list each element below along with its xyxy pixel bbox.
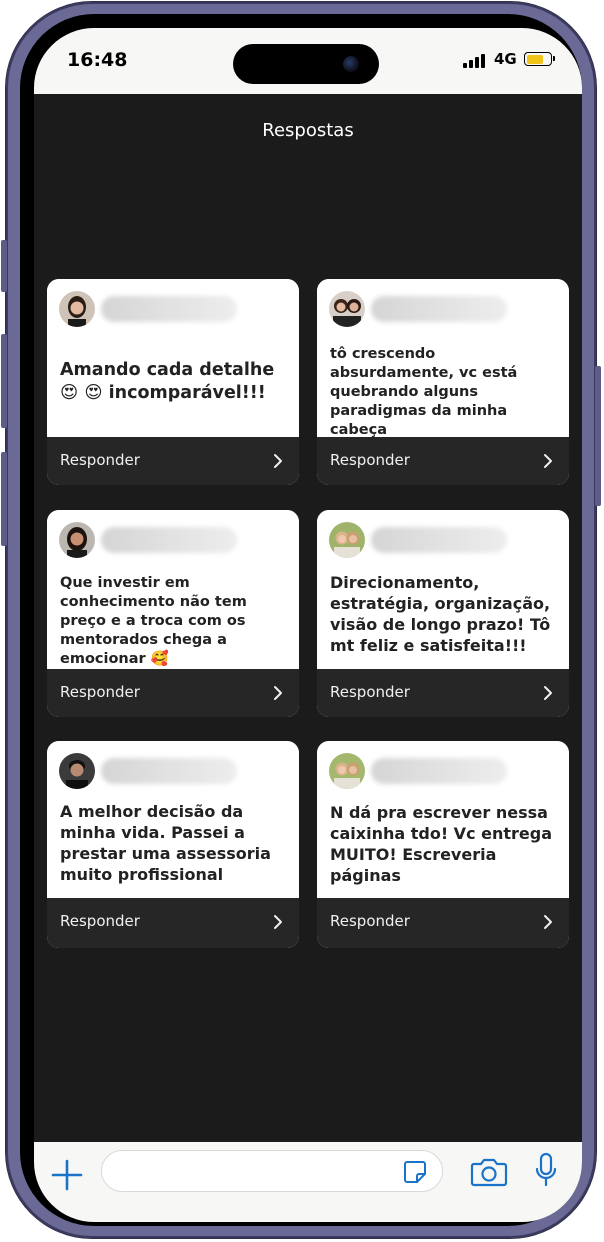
front-camera-icon bbox=[343, 56, 359, 72]
reply-button[interactable]: Responder bbox=[47, 898, 299, 948]
microphone-icon[interactable] bbox=[534, 1152, 558, 1190]
chevron-right-icon bbox=[544, 915, 552, 929]
blurred-username bbox=[371, 527, 507, 553]
blurred-username bbox=[101, 527, 237, 553]
power-button bbox=[595, 366, 601, 506]
avatar bbox=[329, 522, 365, 558]
card-body: Amando cada detalhe 😍 😍 incomparável!!! bbox=[47, 279, 299, 437]
screen: 16:48 4G Respostas Amando cada detalhe 😍… bbox=[34, 28, 582, 1222]
card-body: N dá pra escrever nessa caixinha tdo! Vc… bbox=[317, 741, 569, 898]
card-body: Direcionamento, estratégia, organização,… bbox=[317, 510, 569, 669]
message-input-bar bbox=[34, 1142, 582, 1222]
page-title: Respostas bbox=[262, 120, 354, 141]
blurred-username bbox=[101, 296, 237, 322]
chevron-right-icon bbox=[544, 686, 552, 700]
response-card: Que investir em conhecimento não tem pre… bbox=[47, 510, 299, 717]
response-card: A melhor decisão da minha vida. Passei a… bbox=[47, 741, 299, 948]
sticker-icon[interactable] bbox=[402, 1159, 428, 1185]
response-card: N dá pra escrever nessa caixinha tdo! Vc… bbox=[317, 741, 569, 948]
reply-button[interactable]: Responder bbox=[47, 669, 299, 717]
status-time: 16:48 bbox=[67, 49, 128, 71]
avatar bbox=[59, 291, 95, 327]
card-body: Que investir em conhecimento não tem pre… bbox=[47, 510, 299, 669]
reply-label: Responder bbox=[330, 451, 410, 469]
reply-button[interactable]: Responder bbox=[317, 669, 569, 717]
action-button bbox=[1, 240, 7, 292]
signal-strength-icon bbox=[463, 52, 487, 68]
avatar bbox=[329, 753, 365, 789]
response-message: tô crescendo absurdamente, vc está quebr… bbox=[330, 346, 518, 438]
volume-down-button bbox=[1, 452, 7, 546]
avatar bbox=[59, 753, 95, 789]
message-input[interactable] bbox=[101, 1150, 443, 1192]
card-body: tô crescendo absurdamente, vc está quebr… bbox=[317, 279, 569, 438]
blurred-username bbox=[371, 296, 507, 322]
reply-label: Responder bbox=[60, 912, 140, 930]
dynamic-island bbox=[233, 44, 379, 84]
avatar bbox=[59, 522, 95, 558]
battery-icon bbox=[524, 52, 555, 66]
phone-frame: 16:48 4G Respostas Amando cada detalhe 😍… bbox=[1, 2, 601, 1238]
response-message: A melhor decisão da minha vida. Passei a… bbox=[60, 802, 271, 884]
plus-icon[interactable] bbox=[50, 1158, 84, 1192]
reply-button[interactable]: Responder bbox=[47, 437, 299, 485]
reply-button[interactable]: Responder bbox=[317, 437, 569, 485]
response-message: Direcionamento, estratégia, organização,… bbox=[330, 573, 551, 655]
response-message: Amando cada detalhe 😍 😍 incomparável!!! bbox=[60, 360, 275, 403]
response-card: tô crescendo absurdamente, vc está quebr… bbox=[317, 279, 569, 485]
response-card: Direcionamento, estratégia, organização,… bbox=[317, 510, 569, 717]
status-bar: 16:48 4G bbox=[34, 28, 582, 94]
avatar bbox=[329, 291, 365, 327]
card-body: A melhor decisão da minha vida. Passei a… bbox=[47, 741, 299, 898]
network-type: 4G bbox=[494, 50, 517, 68]
volume-up-button bbox=[1, 334, 7, 428]
chevron-right-icon bbox=[544, 454, 552, 468]
camera-icon[interactable] bbox=[470, 1156, 508, 1188]
response-message: N dá pra escrever nessa caixinha tdo! Vc… bbox=[330, 803, 552, 885]
response-card: Amando cada detalhe 😍 😍 incomparável!!! … bbox=[47, 279, 299, 485]
reply-label: Responder bbox=[330, 912, 410, 930]
blurred-username bbox=[371, 758, 507, 784]
chevron-right-icon bbox=[274, 686, 282, 700]
reply-label: Responder bbox=[60, 451, 140, 469]
chevron-right-icon bbox=[274, 915, 282, 929]
blurred-username bbox=[101, 758, 237, 784]
reply-button[interactable]: Responder bbox=[317, 898, 569, 948]
chevron-right-icon bbox=[274, 454, 282, 468]
response-message: Que investir em conhecimento não tem pre… bbox=[60, 575, 247, 667]
reply-label: Responder bbox=[60, 683, 140, 701]
reply-label: Responder bbox=[330, 683, 410, 701]
